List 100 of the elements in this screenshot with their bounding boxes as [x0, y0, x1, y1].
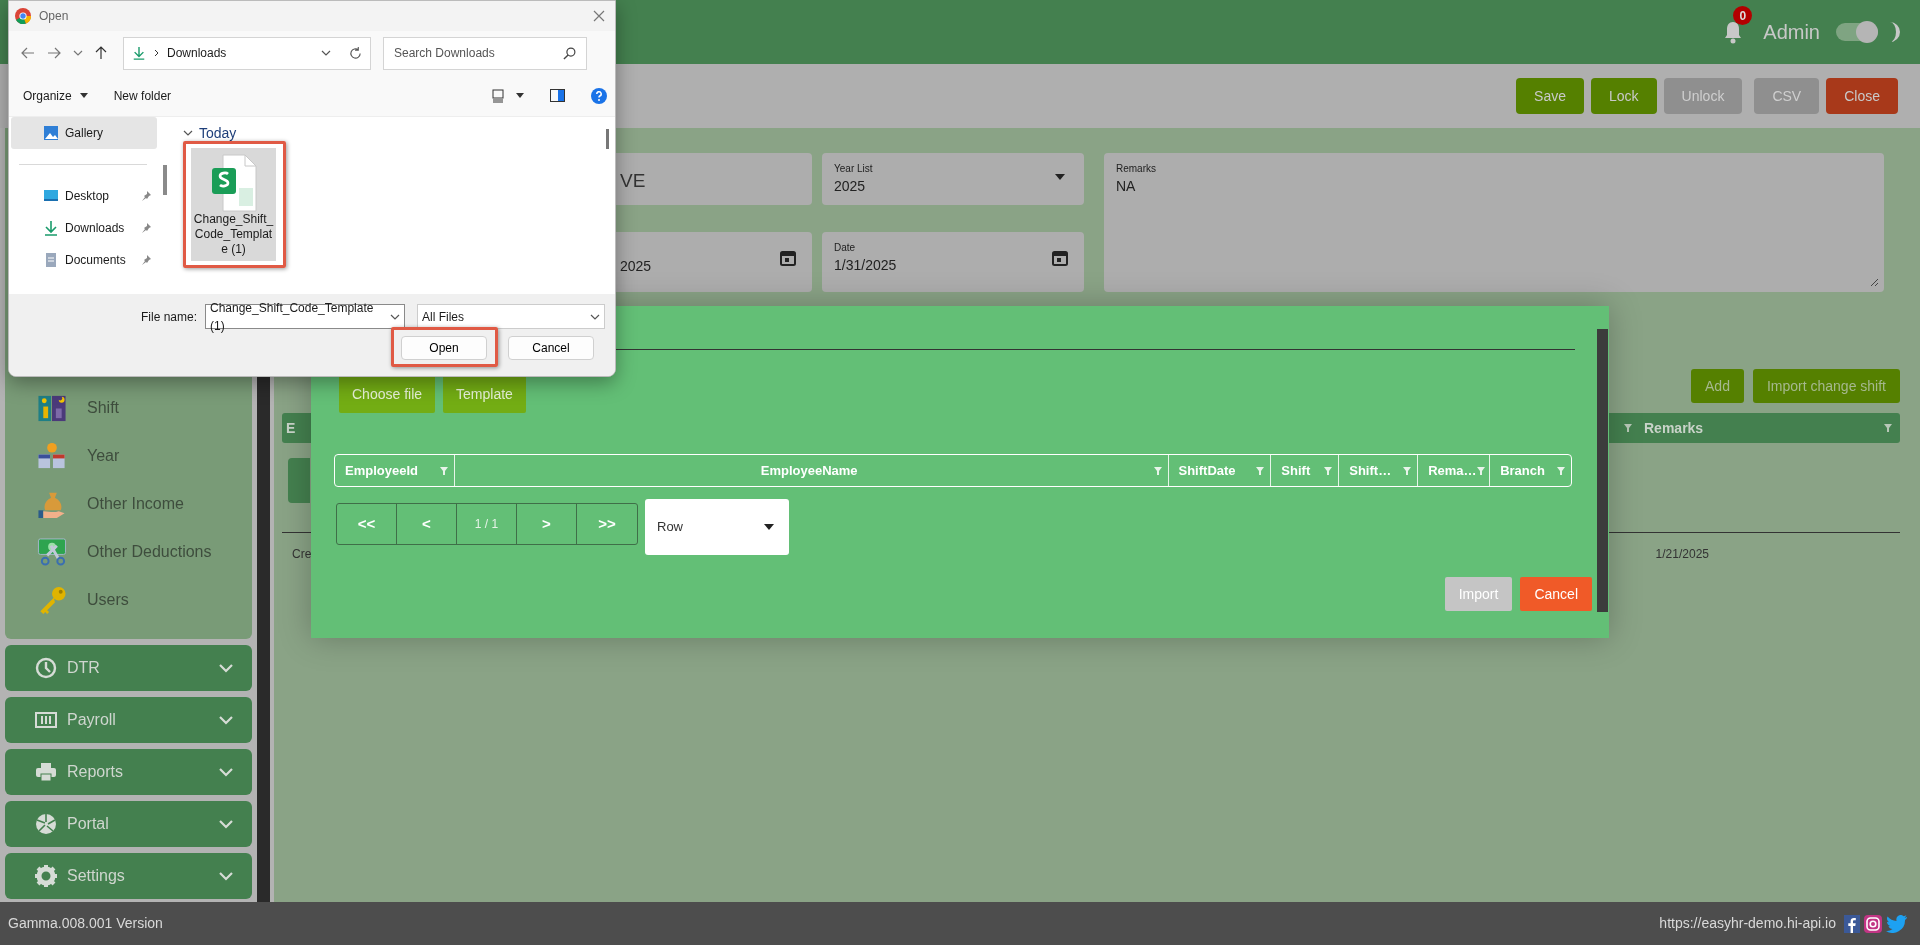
help-icon[interactable] — [591, 87, 607, 104]
aperture-icon — [35, 813, 57, 835]
chevron-down-icon[interactable] — [321, 50, 331, 56]
bell-icon — [1723, 20, 1744, 44]
filter-icon[interactable] — [1884, 424, 1892, 432]
up-icon[interactable] — [95, 46, 107, 60]
sidebar-item[interactable]: Year — [87, 444, 120, 468]
remarks-field[interactable]: Remarks NA — [1104, 153, 1884, 292]
instagram-icon[interactable] — [1864, 914, 1882, 933]
rows-select[interactable]: Row — [645, 499, 789, 555]
printer-icon — [35, 761, 57, 783]
column-header[interactable]: Remarks — [1644, 417, 1884, 439]
column-header[interactable]: Rema… — [1428, 460, 1477, 481]
user-name: Admin — [1763, 20, 1820, 45]
sidebar-section[interactable]: Payroll — [5, 697, 252, 743]
toolbar-button[interactable]: Close — [1826, 78, 1898, 114]
nav-item[interactable]: Gallery — [11, 117, 157, 149]
field-value: NA — [1116, 177, 1136, 196]
facebook-icon[interactable] — [1844, 914, 1860, 933]
column-header[interactable]: EmployeeName — [464, 460, 1154, 481]
column-header[interactable]: Shift… — [1349, 460, 1392, 481]
page-indicator[interactable]: 1 / 1 — [457, 504, 517, 544]
modal-button[interactable]: Import — [1444, 577, 1513, 611]
field-label: File name: — [140, 308, 197, 326]
modal-button[interactable]: Template — [443, 375, 526, 413]
column-header[interactable]: EmployeeId — [345, 460, 418, 481]
calendar-icon[interactable] — [780, 250, 796, 266]
column-header[interactable]: E — [286, 417, 296, 439]
sidebar-item[interactable]: Users — [87, 588, 129, 612]
version-text: Gamma.008.001 Version — [8, 914, 164, 933]
field-value: 1/31/2025 — [834, 256, 897, 275]
sidebar-section[interactable]: Settings — [5, 853, 252, 899]
calendars-icon — [37, 441, 67, 471]
sidebar-section[interactable]: DTR — [5, 645, 252, 691]
pager-button[interactable]: > — [517, 504, 577, 544]
chevron-down-icon — [590, 313, 600, 320]
table-cell-text: 1/21/2025 — [1655, 546, 1709, 563]
chevron-down-icon[interactable] — [73, 50, 83, 56]
pager-button[interactable]: < — [397, 504, 457, 544]
url-link[interactable]: https://easyhr-demo.hi-api.io — [1659, 913, 1836, 934]
caret-icon — [79, 93, 88, 98]
toolbar-button[interactable]: New folder — [113, 86, 172, 105]
nav-item[interactable]: Desktop — [11, 180, 157, 212]
dialog-button[interactable]: Cancel — [508, 336, 594, 360]
sidebar-section[interactable]: Portal — [5, 801, 252, 847]
pager-button[interactable]: >> — [577, 504, 637, 544]
spreadsheet-icon — [210, 154, 257, 212]
calendar-icon[interactable] — [1052, 250, 1068, 266]
refresh-icon[interactable] — [349, 46, 362, 60]
caret-icon[interactable] — [516, 93, 524, 98]
action-button[interactable]: Import change shift — [1752, 369, 1900, 403]
chevron-icon — [218, 663, 234, 673]
address-bar[interactable]: Downloads — [123, 36, 371, 70]
theme-toggle[interactable] — [1836, 23, 1878, 41]
settings-icon — [35, 865, 57, 887]
pane-icon[interactable] — [550, 89, 565, 102]
chevron-icon — [218, 767, 234, 777]
select-field[interactable]: Year List 2025 — [822, 153, 1084, 205]
file-type-select[interactable]: All Files — [417, 304, 605, 329]
chevron-icon — [218, 715, 234, 725]
clock-icon — [35, 657, 57, 679]
scrollbar-thumb[interactable] — [606, 129, 609, 149]
view-icon[interactable] — [492, 88, 504, 103]
nav-item[interactable]: Downloads — [11, 212, 157, 244]
toolbar-button[interactable]: Save — [1516, 78, 1585, 114]
sidebar-item[interactable]: Other Income — [87, 492, 184, 516]
counter-icon — [35, 709, 57, 731]
scrollbar[interactable] — [163, 165, 167, 195]
forward-icon[interactable] — [47, 47, 61, 59]
modal-button[interactable]: Choose file — [339, 375, 436, 413]
field-value: VE — [619, 169, 647, 193]
desktop-icon — [43, 188, 59, 204]
back-icon[interactable] — [21, 47, 35, 59]
filter-icon[interactable] — [1624, 424, 1632, 432]
chevron-icon — [218, 819, 234, 829]
column-header[interactable]: ShiftDate — [1178, 460, 1236, 481]
pager-button[interactable]: << — [337, 504, 397, 544]
resize-grip-icon[interactable] — [1870, 278, 1878, 286]
nav-item[interactable]: Documents — [11, 244, 157, 276]
close-icon[interactable] — [593, 10, 605, 22]
modal-button[interactable]: Cancel — [1520, 577, 1592, 611]
sidebar-item[interactable]: Shift — [87, 396, 119, 420]
table-cell-text: Cre — [292, 546, 312, 563]
sidebar-item[interactable]: Other Deductions — [87, 540, 212, 564]
group-header[interactable]: Today — [183, 125, 615, 141]
caret-icon[interactable] — [1054, 173, 1066, 181]
file-item[interactable]: Change_Shift_Code_Template (1) — [191, 148, 276, 261]
caret-icon — [763, 523, 775, 531]
column-header[interactable]: Shift — [1281, 460, 1311, 481]
search-field[interactable]: Search Downloads — [383, 36, 587, 70]
buildings-icon — [37, 393, 67, 423]
action-button[interactable]: Add — [1691, 369, 1744, 403]
date-field[interactable]: Date 1/31/2025 — [822, 232, 1084, 292]
dialog-button[interactable]: Open — [401, 336, 487, 360]
chevron-down-icon — [390, 313, 400, 320]
scrollbar[interactable] — [1597, 329, 1608, 612]
sidebar-section[interactable]: Reports — [5, 749, 252, 795]
toolbar-button[interactable]: Organize — [23, 86, 88, 105]
column-header[interactable]: Branch — [1500, 460, 1545, 481]
toolbar-button[interactable]: Lock — [1591, 78, 1657, 114]
